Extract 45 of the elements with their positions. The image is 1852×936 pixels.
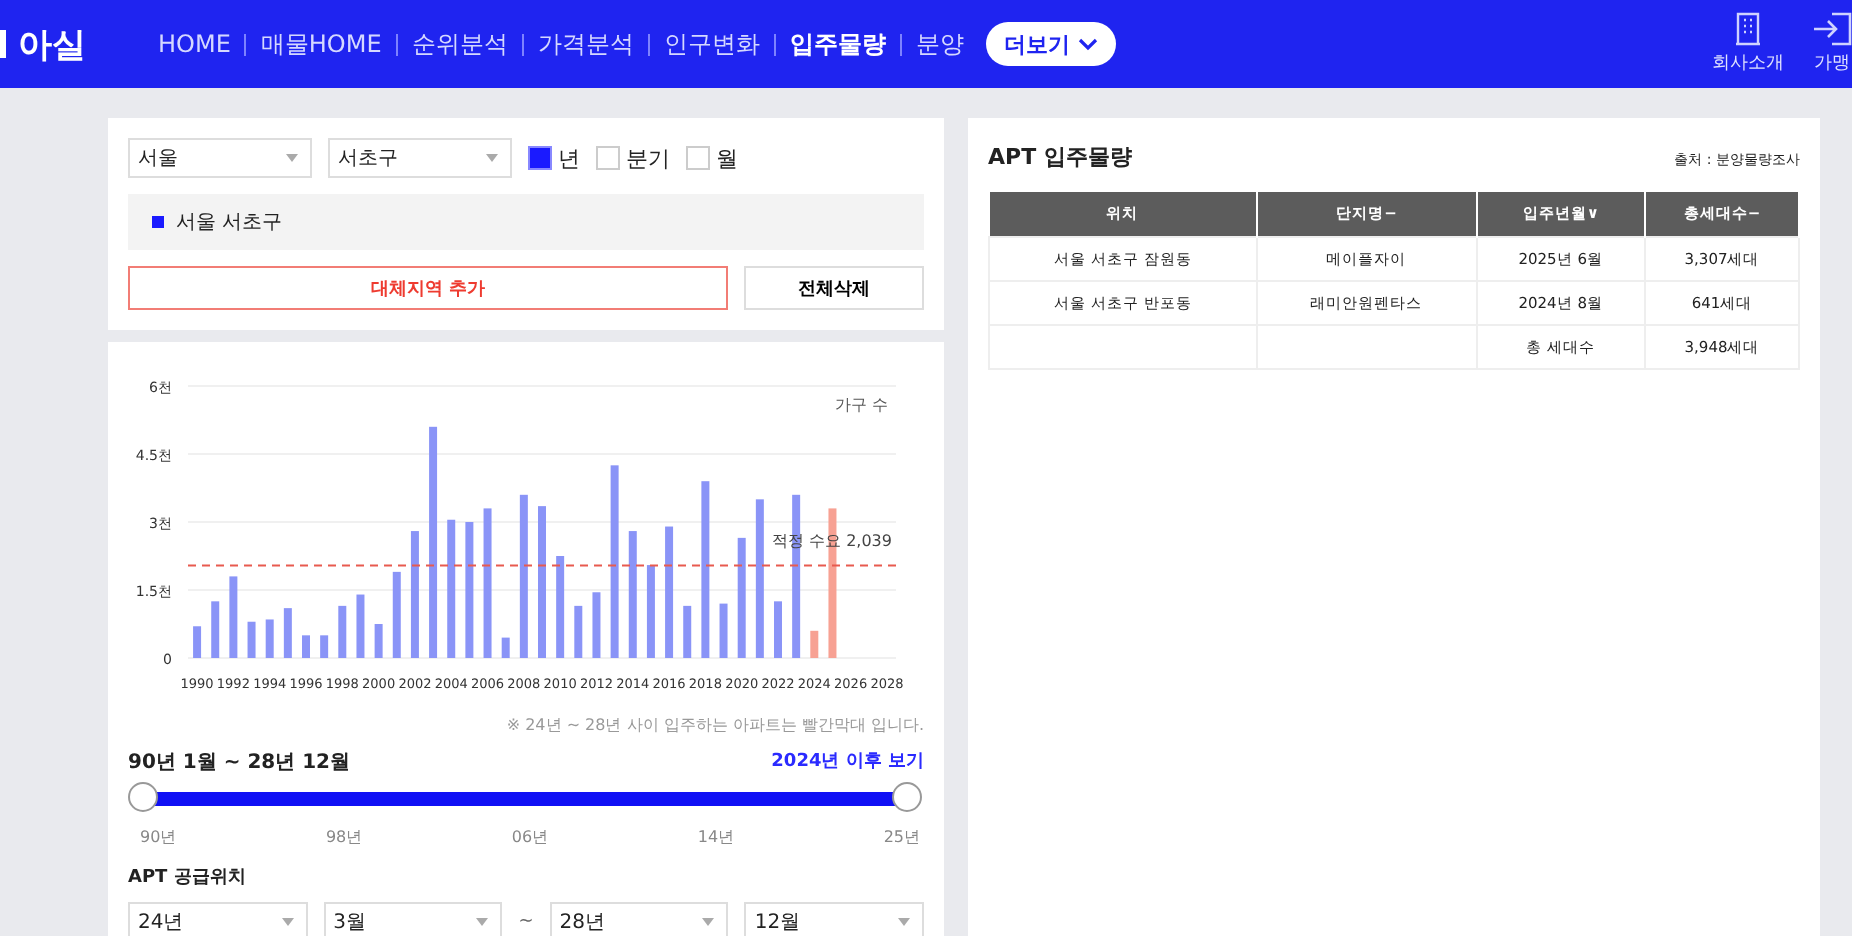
nav-link[interactable]: 분양 <box>901 27 978 61</box>
range-title: 90년 1월 ~ 28년 12월 <box>128 750 351 776</box>
slider-tick-label: 90년 <box>140 826 177 848</box>
period-select[interactable]: 24년 <box>128 902 308 936</box>
range-separator: ~ <box>518 912 534 932</box>
city-select[interactable]: 서울 <box>128 138 312 178</box>
period-select[interactable]: 12월 <box>744 902 924 936</box>
period-checkbox[interactable] <box>596 146 620 170</box>
period-checkbox[interactable] <box>686 146 710 170</box>
clear-all-button[interactable]: 전체삭제 <box>744 266 924 310</box>
logo-icon <box>0 30 6 58</box>
chart-note: ※ 24년 ~ 28년 사이 입주하는 아파트는 빨간막대 입니다. <box>504 714 924 736</box>
period-select[interactable]: 3월 <box>323 902 503 936</box>
nav-link[interactable]: 매물HOME <box>246 27 396 61</box>
header-link[interactable]: 가맹 <box>1812 12 1852 76</box>
slider-tick-label: 06년 <box>511 826 549 848</box>
y-axis-label: 가구 수 <box>834 396 888 414</box>
period-checkbox[interactable] <box>528 146 552 170</box>
period-label: 년 <box>558 143 580 173</box>
nav-link[interactable]: 입주물량 <box>775 27 900 61</box>
slider-handle[interactable] <box>892 782 922 812</box>
nav-link[interactable]: 순위분석 <box>397 27 522 61</box>
period-label: 분기 <box>626 143 670 173</box>
region-label[interactable]: 서울 서초구 <box>176 208 283 236</box>
slider-tick-label: 14년 <box>697 826 735 848</box>
header-link[interactable]: 회사소개 <box>1712 12 1784 76</box>
period-select[interactable]: 28년 <box>549 902 729 936</box>
district-select[interactable]: 서초구 <box>328 138 512 178</box>
login-icon <box>1812 12 1852 46</box>
nav-link[interactable]: 인구변화 <box>649 27 774 61</box>
table-title: APT 입주물량 <box>988 142 1132 172</box>
period-label: 월 <box>716 143 738 173</box>
nav-link[interactable]: 가격분석 <box>523 27 648 61</box>
chevron-down-icon <box>1077 37 1098 51</box>
logo[interactable]: 아실 <box>18 21 86 67</box>
after-2024-link[interactable]: 2024년 이후 보기 <box>771 748 924 776</box>
add-region-button[interactable]: 대체지역 추가 <box>128 266 728 310</box>
range-slider[interactable] <box>128 784 924 814</box>
supply-title: APT 공급위치 <box>128 866 248 890</box>
nav-link[interactable]: HOME <box>144 30 245 58</box>
slider-handle[interactable] <box>128 782 158 812</box>
slider-tick-label: 25년 <box>883 826 920 848</box>
slider-tick-label: 98년 <box>325 826 363 848</box>
building-icon <box>1734 12 1762 46</box>
more-button[interactable]: 더보기 <box>985 22 1116 66</box>
